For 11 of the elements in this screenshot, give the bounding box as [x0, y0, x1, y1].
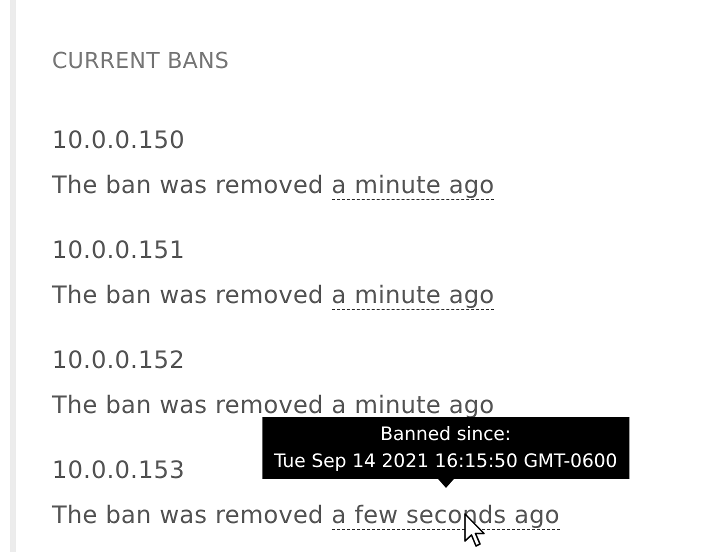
relative-time-link[interactable]: a minute ago [332, 281, 494, 310]
ip-address: 10.0.0.151 [52, 235, 185, 266]
ip-address: 10.0.0.150 [52, 125, 185, 156]
relative-time-link[interactable]: a minute ago [332, 171, 494, 200]
section-heading: CURRENT BANS [52, 48, 229, 76]
ip-address: 10.0.0.153 [52, 455, 185, 486]
ban-status-text: The ban was removed a minute ago [52, 170, 494, 202]
ban-status-text: The ban was removed a minute ago [52, 280, 494, 312]
tooltip-arrow [438, 479, 454, 488]
ip-address: 10.0.0.152 [52, 345, 185, 376]
tooltip: Banned since: Tue Sep 14 2021 16:15:50 GMT-0600 [262, 417, 630, 479]
